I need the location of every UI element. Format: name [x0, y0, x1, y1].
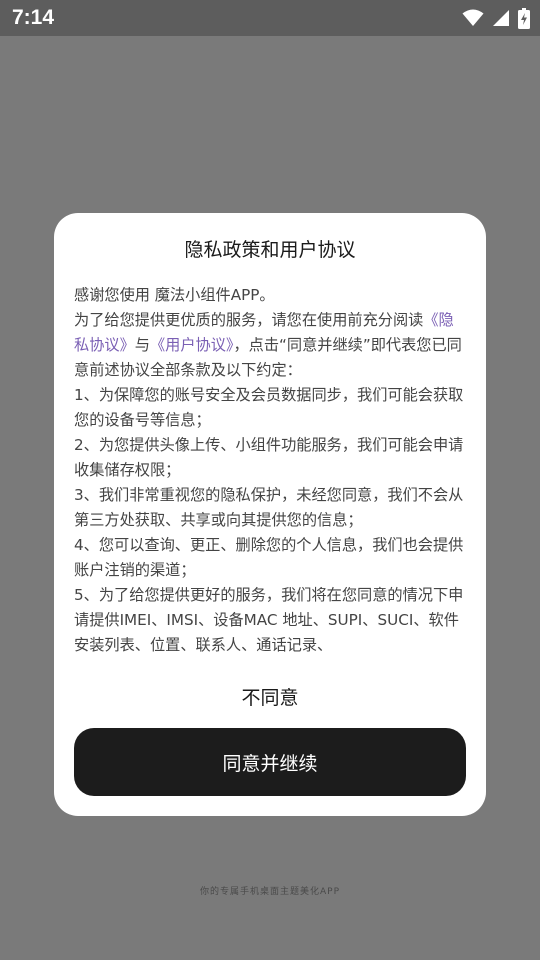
term-item: 2、为您提供头像上传、小组件功能服务，我们可能会申请收集储存权限； — [74, 436, 464, 479]
cellular-signal-icon — [493, 10, 509, 26]
agreement-paragraph: 为了给您提供更优质的服务，请您在使用前充分阅读《隐私协议》与《用户协议》，点击“… — [74, 308, 466, 383]
agreement-prefix: 为了给您提供更优质的服务，请您在使用前充分阅读 — [74, 311, 424, 329]
term-item: 5、为了给您提供更好的服务，我们将在您同意的情况下申请提供IMEI、IMSI、设… — [74, 586, 464, 654]
term-item: 3、我们非常重视您的隐私保护，未经您同意，我们不会从第三方处获取、共享或向其提供… — [74, 486, 464, 529]
battery-charging-icon — [518, 7, 530, 29]
dialog-title: 隐私政策和用户协议 — [184, 239, 356, 261]
wifi-icon — [462, 9, 484, 26]
status-icons — [462, 7, 530, 29]
dialog-body[interactable]: 感谢您使用 魔法小组件APP。 为了给您提供更优质的服务，请您在使用前充分阅读《… — [74, 283, 466, 655]
intro-text: 感谢您使用 魔法小组件APP。 — [74, 286, 275, 304]
footer-tagline: 你的专属手机桌面主题美化APP — [199, 887, 340, 897]
agree-continue-button[interactable]: 同意并继续 — [74, 728, 466, 796]
disagree-button[interactable]: 不同意 — [54, 683, 486, 710]
user-agreement-link[interactable]: 《用户协议》 — [150, 336, 234, 354]
term-item: 4、您可以查询、更正、删除您的个人信息，我们也会提供账户注销的渠道； — [74, 536, 464, 579]
privacy-dialog: 隐私政策和用户协议 感谢您使用 魔法小组件APP。 为了给您提供更优质的服务，请… — [54, 213, 486, 816]
agreement-connector: 与 — [134, 336, 150, 354]
status-time: 7:14 — [12, 6, 55, 29]
status-bar: 7:14 — [0, 0, 540, 36]
term-item: 1、为保障您的账号安全及会员数据同步，我们可能会获取您的设备号等信息； — [74, 386, 464, 429]
